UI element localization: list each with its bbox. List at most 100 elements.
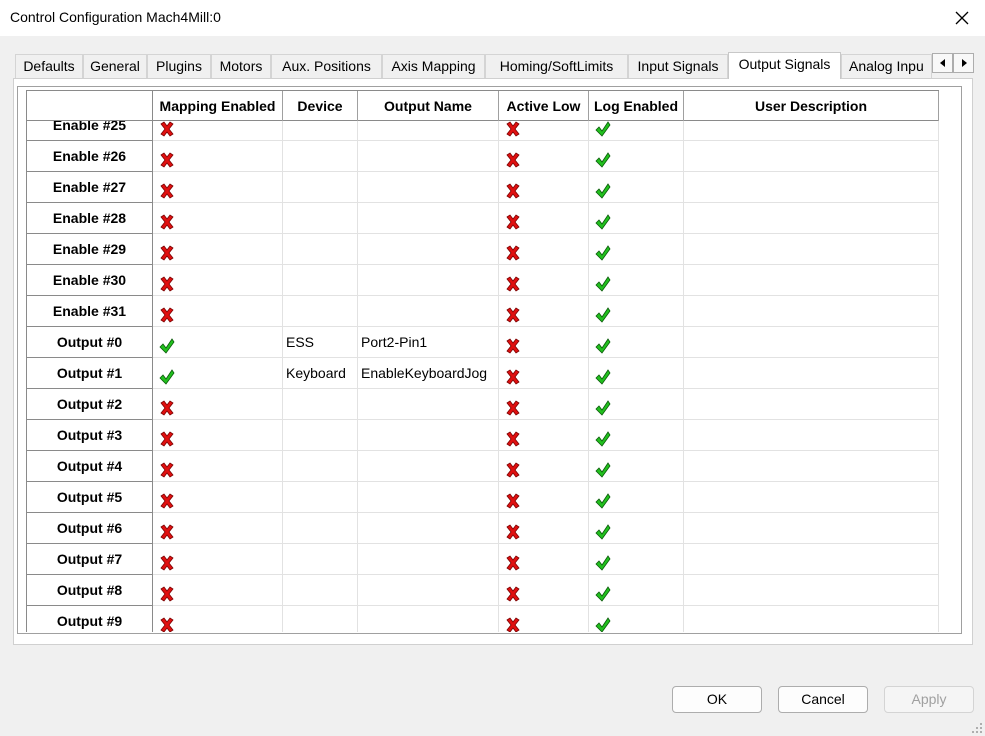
green-check-icon[interactable] xyxy=(159,334,175,354)
active-low-cell[interactable] xyxy=(499,606,589,632)
red-x-icon[interactable] xyxy=(505,272,521,292)
output-name-cell[interactable] xyxy=(358,482,499,513)
active-low-cell[interactable] xyxy=(499,513,589,544)
mapping-enabled-cell[interactable] xyxy=(153,265,283,296)
device-cell[interactable] xyxy=(283,234,358,265)
col-device[interactable]: Device xyxy=(283,91,358,121)
red-x-icon[interactable] xyxy=(159,179,175,199)
output-name-cell[interactable] xyxy=(358,296,499,327)
green-check-icon[interactable] xyxy=(595,520,611,540)
col-output-name[interactable]: Output Name xyxy=(358,91,499,121)
active-low-cell[interactable] xyxy=(499,544,589,575)
green-check-icon[interactable] xyxy=(595,613,611,632)
col-user-description[interactable]: User Description xyxy=(684,91,939,121)
log-enabled-cell[interactable] xyxy=(589,451,684,482)
green-check-icon[interactable] xyxy=(595,458,611,478)
row-header[interactable]: Output #4 xyxy=(27,451,153,482)
resize-grip-icon[interactable] xyxy=(971,722,983,734)
tab-motors[interactable]: Motors xyxy=(211,54,271,78)
active-low-cell[interactable] xyxy=(499,358,589,389)
log-enabled-cell[interactable] xyxy=(589,265,684,296)
red-x-icon[interactable] xyxy=(159,148,175,168)
active-low-cell[interactable] xyxy=(499,327,589,358)
user-description-cell[interactable] xyxy=(684,141,939,172)
green-check-icon[interactable] xyxy=(595,272,611,292)
active-low-cell[interactable] xyxy=(499,296,589,327)
log-enabled-cell[interactable] xyxy=(589,575,684,606)
user-description-cell[interactable] xyxy=(684,544,939,575)
device-cell[interactable] xyxy=(283,172,358,203)
red-x-icon[interactable] xyxy=(159,241,175,261)
tab-input-signals[interactable]: Input Signals xyxy=(628,54,728,78)
row-header[interactable]: Output #7 xyxy=(27,544,153,575)
user-description-cell[interactable] xyxy=(684,234,939,265)
red-x-icon[interactable] xyxy=(159,427,175,447)
mapping-enabled-cell[interactable] xyxy=(153,234,283,265)
red-x-icon[interactable] xyxy=(505,303,521,323)
device-cell[interactable] xyxy=(283,575,358,606)
log-enabled-cell[interactable] xyxy=(589,234,684,265)
log-enabled-cell[interactable] xyxy=(589,389,684,420)
tab-aux-positions[interactable]: Aux. Positions xyxy=(271,54,382,78)
ok-button[interactable]: OK xyxy=(672,686,762,713)
output-name-cell[interactable] xyxy=(358,513,499,544)
mapping-enabled-cell[interactable] xyxy=(153,420,283,451)
mapping-enabled-cell[interactable] xyxy=(153,296,283,327)
green-check-icon[interactable] xyxy=(595,427,611,447)
red-x-icon[interactable] xyxy=(505,613,521,632)
mapping-enabled-cell[interactable] xyxy=(153,513,283,544)
device-cell[interactable] xyxy=(283,296,358,327)
log-enabled-cell[interactable] xyxy=(589,420,684,451)
red-x-icon[interactable] xyxy=(159,272,175,292)
device-cell[interactable]: Keyboard xyxy=(283,358,358,389)
red-x-icon[interactable] xyxy=(505,241,521,261)
red-x-icon[interactable] xyxy=(505,582,521,602)
log-enabled-cell[interactable] xyxy=(589,482,684,513)
active-low-cell[interactable] xyxy=(499,172,589,203)
mapping-enabled-cell[interactable] xyxy=(153,327,283,358)
active-low-cell[interactable] xyxy=(499,575,589,606)
output-name-cell[interactable]: Port2-Pin1 xyxy=(358,327,499,358)
device-cell[interactable] xyxy=(283,451,358,482)
red-x-icon[interactable] xyxy=(505,427,521,447)
device-cell[interactable] xyxy=(283,513,358,544)
row-header[interactable]: Output #2 xyxy=(27,389,153,420)
red-x-icon[interactable] xyxy=(505,365,521,385)
device-cell[interactable] xyxy=(283,482,358,513)
mapping-enabled-cell[interactable] xyxy=(153,141,283,172)
green-check-icon[interactable] xyxy=(595,210,611,230)
red-x-icon[interactable] xyxy=(505,520,521,540)
red-x-icon[interactable] xyxy=(159,613,175,632)
active-low-cell[interactable] xyxy=(499,141,589,172)
red-x-icon[interactable] xyxy=(159,489,175,509)
active-low-cell[interactable] xyxy=(499,203,589,234)
mapping-enabled-cell[interactable] xyxy=(153,575,283,606)
green-check-icon[interactable] xyxy=(595,582,611,602)
red-x-icon[interactable] xyxy=(505,396,521,416)
green-check-icon[interactable] xyxy=(595,489,611,509)
active-low-cell[interactable] xyxy=(499,234,589,265)
mapping-enabled-cell[interactable] xyxy=(153,172,283,203)
tab-defaults[interactable]: Defaults xyxy=(15,54,83,78)
log-enabled-cell[interactable] xyxy=(589,606,684,632)
user-description-cell[interactable] xyxy=(684,265,939,296)
red-x-icon[interactable] xyxy=(159,551,175,571)
log-enabled-cell[interactable] xyxy=(589,203,684,234)
user-description-cell[interactable] xyxy=(684,513,939,544)
device-cell[interactable] xyxy=(283,544,358,575)
green-check-icon[interactable] xyxy=(595,396,611,416)
device-cell[interactable] xyxy=(283,420,358,451)
user-description-cell[interactable] xyxy=(684,172,939,203)
user-description-cell[interactable] xyxy=(684,389,939,420)
row-header[interactable]: Output #8 xyxy=(27,575,153,606)
red-x-icon[interactable] xyxy=(159,303,175,323)
active-low-cell[interactable] xyxy=(499,265,589,296)
output-name-cell[interactable] xyxy=(358,606,499,632)
red-x-icon[interactable] xyxy=(159,520,175,540)
row-header[interactable]: Output #1 xyxy=(27,358,153,389)
green-check-icon[interactable] xyxy=(595,365,611,385)
output-name-cell[interactable] xyxy=(358,575,499,606)
user-description-cell[interactable] xyxy=(684,327,939,358)
user-description-cell[interactable] xyxy=(684,203,939,234)
output-name-cell[interactable] xyxy=(358,265,499,296)
